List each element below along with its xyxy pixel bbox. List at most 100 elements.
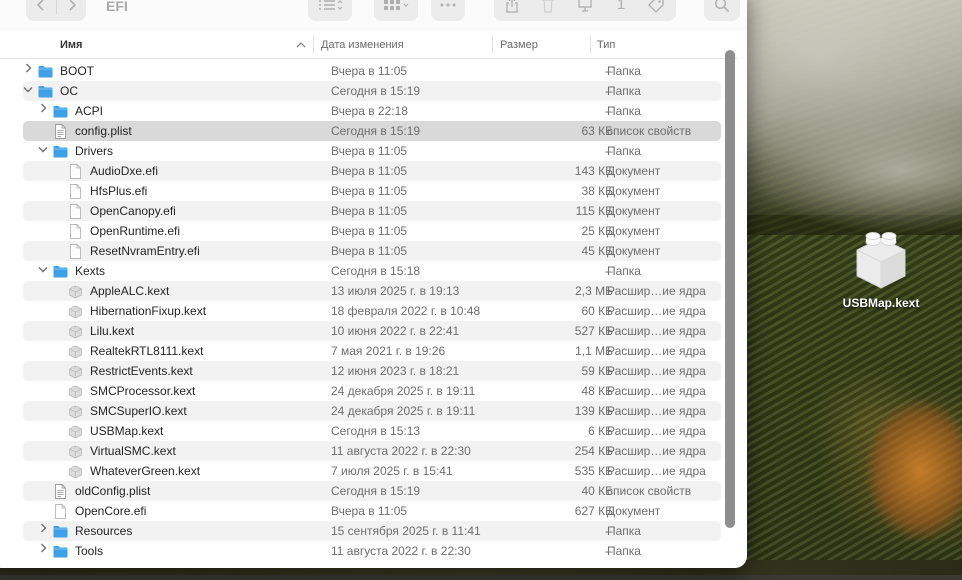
file-name: OC: [60, 84, 78, 98]
chevron-right-icon[interactable]: [38, 521, 48, 541]
file-date: Вчера в 11:05: [331, 224, 408, 238]
file-row[interactable]: AppleALC.kext 13 июля 2025 г. в 19:13 2,3 …: [23, 281, 721, 301]
file-name: HfsPlus.efi: [90, 184, 148, 198]
file-row[interactable]: USBMap.kext Сегодня в 15:13 6 КБ Расшир…ие …: [23, 421, 721, 441]
plist-document-icon: [53, 483, 68, 499]
column-divider[interactable]: [492, 36, 493, 53]
file-name-cell: OpenCore.efi: [38, 501, 146, 521]
file-row[interactable]: RestrictEvents.kext 12 июня 2023 г. в 18:…: [23, 361, 721, 381]
file-row[interactable]: Resources 15 сентября 2025 г. в 11:41 -- Па…: [23, 521, 721, 541]
file-name: OpenCore.efi: [75, 504, 147, 518]
file-row[interactable]: WhateverGreen.kext 7 июля 2025 г. в 15:41…: [23, 461, 721, 481]
file-date: 13 июля 2025 г. в 19:13: [331, 284, 460, 298]
file-name: SMCProcessor.kext: [90, 384, 196, 398]
file-row[interactable]: OC Сегодня в 15:19 -- Папка: [23, 81, 721, 101]
file-size: 1,1 МБ: [575, 344, 613, 358]
file-kind: Расшир…ие ядра: [607, 344, 706, 358]
plist-document-icon: [53, 123, 68, 139]
column-kind[interactable]: Тип: [597, 39, 615, 51]
file-size: 45 КБ: [581, 244, 613, 258]
file-name-cell: RestrictEvents.kext: [53, 361, 193, 381]
file-row[interactable]: BOOT Вчера в 11:05 -- Папка: [23, 61, 721, 81]
column-divider[interactable]: [590, 36, 591, 53]
folder-icon: [53, 104, 68, 119]
file-size: 254 КБ: [574, 444, 613, 458]
forward-button[interactable]: [57, 0, 86, 21]
search-button[interactable]: [704, 0, 740, 21]
file-date: Сегодня в 15:19: [331, 84, 421, 98]
file-kind: Расшир…ие ядра: [607, 424, 706, 438]
sort-ascending-icon[interactable]: [296, 41, 306, 49]
file-row[interactable]: OpenRuntime.efi Вчера в 11:05 25 КБ Докумен…: [23, 221, 721, 241]
kext-bundle-icon: [68, 304, 83, 319]
tag-button[interactable]: [638, 0, 674, 21]
file-size: 60 КБ: [581, 304, 613, 318]
kext-bundle-icon: [68, 284, 83, 299]
file-size: 6 КБ: [588, 424, 613, 438]
column-name[interactable]: Имя: [60, 39, 82, 51]
file-name-cell: BOOT: [23, 61, 94, 81]
file-kind: Документ: [607, 224, 661, 238]
file-name-cell: AudioDxe.efi: [53, 161, 158, 181]
chevron-down-icon[interactable]: [23, 81, 33, 101]
file-row[interactable]: OpenCore.efi Вчера в 11:05 627 КБ Документ: [23, 501, 721, 521]
column-header: Имя Дата изменения Размер Тип: [0, 31, 737, 59]
chevron-right-icon[interactable]: [23, 61, 33, 81]
file-name-cell: Lilu.kext: [53, 321, 134, 341]
file-row[interactable]: Kexts Сегодня в 15:18 -- Папка: [23, 261, 721, 281]
column-divider[interactable]: [313, 36, 314, 53]
chevron-down-icon[interactable]: [38, 261, 48, 281]
file-row[interactable]: AudioDxe.efi Вчера в 11:05 143 КБ Документ: [23, 161, 721, 181]
file-name-cell: USBMap.kext: [53, 421, 163, 441]
file-row[interactable]: ResetNvramEntry.efi Вчера в 11:05 45 КБ Док…: [23, 241, 721, 261]
file-row[interactable]: OpenCanopy.efi Вчера в 11:05 115 КБ Докумен…: [23, 201, 721, 221]
file-row[interactable]: ACPI Вчера в 22:18 -- Папка: [23, 101, 721, 121]
view-grid-button[interactable]: [374, 0, 418, 21]
back-button[interactable]: [26, 0, 56, 21]
file-row[interactable]: Drivers Вчера в 11:05 -- Папка: [23, 141, 721, 161]
file-date: Вчера в 11:05: [331, 244, 408, 258]
trash-button[interactable]: [530, 0, 566, 21]
file-name: config.plist: [75, 124, 132, 138]
file-row[interactable]: HibernationFixup.kext 18 февраля 2022 г. …: [23, 301, 721, 321]
kext-bundle-icon: [68, 424, 83, 439]
file-row[interactable]: VirtualSMC.kext 11 августа 2022 г. в 22:3…: [23, 441, 721, 461]
file-row[interactable]: config.plist Сегодня в 15:19 63 КБ список с…: [23, 121, 721, 141]
file-name: BOOT: [60, 64, 95, 78]
chevron-right-icon[interactable]: [38, 541, 48, 561]
share-button[interactable]: [494, 0, 530, 21]
desktop-button[interactable]: [566, 0, 604, 21]
ellipsis-icon: [440, 3, 456, 6]
file-date: Сегодня в 15:19: [331, 484, 421, 498]
file-size: --: [605, 84, 613, 98]
file-row[interactable]: Lilu.kext 10 июня 2022 г. в 22:41 527 КБ Ра…: [23, 321, 721, 341]
file-kind: Папка: [607, 524, 641, 538]
file-size: 59 КБ: [581, 364, 613, 378]
file-size: 48 КБ: [581, 384, 613, 398]
file-date: Вчера в 22:18: [331, 104, 408, 118]
file-size: --: [605, 104, 613, 118]
file-name-cell: HibernationFixup.kext: [53, 301, 206, 321]
more-actions-button[interactable]: [431, 0, 465, 21]
kext-bundle-icon: [68, 364, 83, 379]
list-scrollbar[interactable]: [725, 50, 735, 528]
file-name: SMCSuperIO.kext: [90, 404, 187, 418]
chevron-down-icon[interactable]: [38, 141, 48, 161]
file-name: OpenCanopy.efi: [90, 204, 176, 218]
column-size[interactable]: Размер: [500, 39, 538, 51]
file-name: Kexts: [75, 264, 106, 278]
chevron-right-icon[interactable]: [38, 101, 48, 121]
desktop-file-usbmap[interactable]: USBMap.kext: [830, 230, 932, 310]
file-row[interactable]: HfsPlus.efi Вчера в 11:05 38 КБ Документ: [23, 181, 721, 201]
file-row[interactable]: RealtekRTL8111.kext 7 мая 2021 г. в 19:26…: [23, 341, 721, 361]
file-kind: Папка: [607, 144, 641, 158]
column-date[interactable]: Дата изменения: [321, 39, 404, 51]
folder-icon: [53, 544, 68, 559]
file-row[interactable]: oldConfig.plist Сегодня в 15:19 40 КБ списо…: [23, 481, 721, 501]
file-row[interactable]: Tools 11 августа 2022 г. в 22:30 -- Папка: [23, 541, 721, 561]
file-kind: список свойств: [607, 484, 692, 498]
file-list: BOOT Вчера в 11:05 -- Папка OC Сегодня в 15:1…: [23, 61, 721, 561]
file-row[interactable]: SMCSuperIO.kext 24 декабря 2025 г. в 19:1…: [23, 401, 721, 421]
file-row[interactable]: SMCProcessor.kext 24 декабря 2025 г. в 19…: [23, 381, 721, 401]
view-list-button[interactable]: [308, 0, 352, 21]
